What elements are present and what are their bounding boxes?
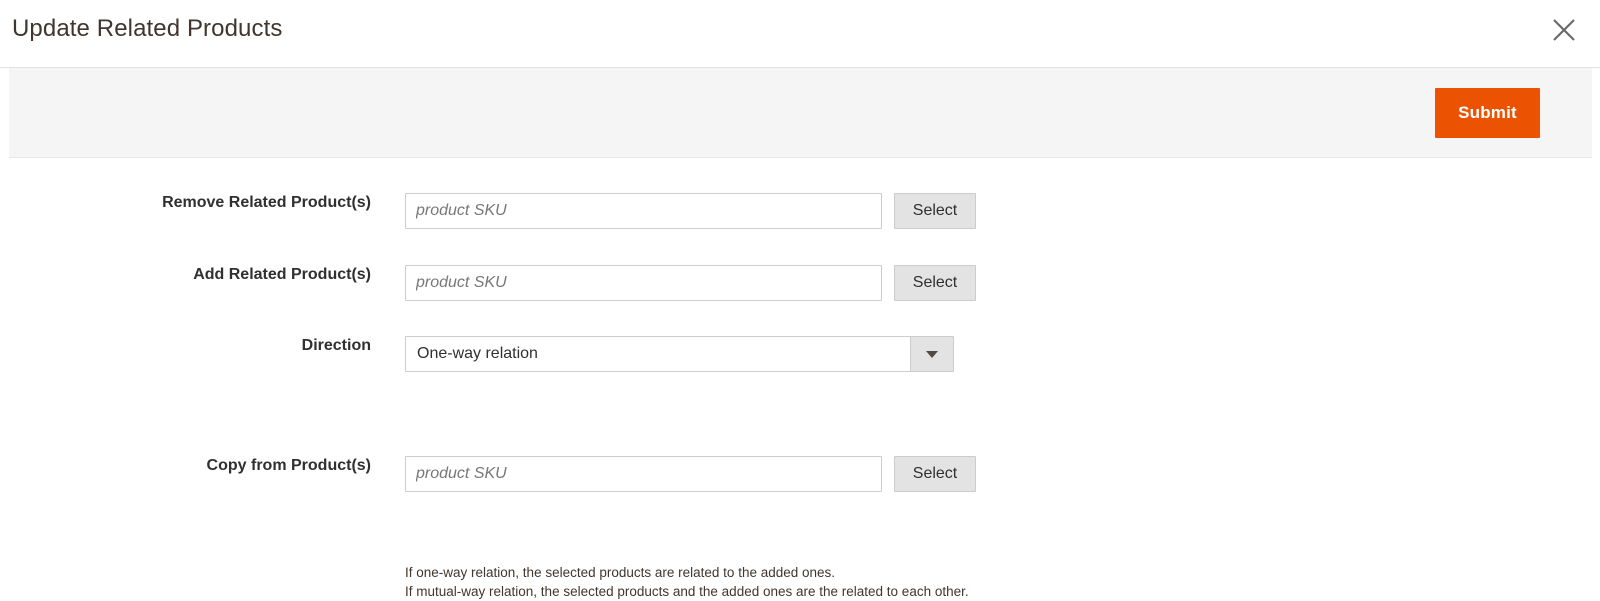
label-add-related-products: Add Related Product(s) [193,266,371,283]
select-button-remove-related-products[interactable]: Select [894,193,976,229]
direction-note-one-way: If one-way relation, the selected produc… [405,565,836,580]
remove-related-products-input[interactable] [405,193,882,229]
direction-selected-value: One-way relation [417,345,538,362]
label-remove-related-products: Remove Related Product(s) [162,194,371,211]
chevron-down-icon[interactable] [910,337,953,371]
submit-button[interactable]: Submit [1435,88,1540,138]
label-direction: Direction [301,337,371,354]
label-copy-from-products: Copy from Product(s) [206,457,371,474]
direction-select[interactable]: One-way relation [405,336,954,372]
add-related-products-input[interactable] [405,265,882,301]
field-row-copy-from-products: Copy from Product(s) Select [0,456,1600,528]
field-row-direction: Direction One-way relation If one-way re… [0,336,1600,599]
page-title: Update Related Products [12,15,283,42]
copy-from-products-input[interactable] [405,456,882,492]
field-row-remove-related-products: Remove Related Product(s) Select [0,193,1600,265]
field-row-add-related-products: Add Related Product(s) Select [0,265,1600,337]
update-related-products-modal: Update Related Products Submit Remove Re… [0,0,1600,599]
close-icon [1551,17,1577,43]
select-button-copy-from-products[interactable]: Select [894,456,976,492]
select-button-add-related-products[interactable]: Select [894,265,976,301]
direction-note-mutual-way: If mutual-way relation, the selected pro… [405,584,969,599]
close-button[interactable] [1542,8,1586,52]
modal-title-bar: Update Related Products [0,0,1600,68]
modal-actions-toolbar: Submit [9,68,1592,158]
